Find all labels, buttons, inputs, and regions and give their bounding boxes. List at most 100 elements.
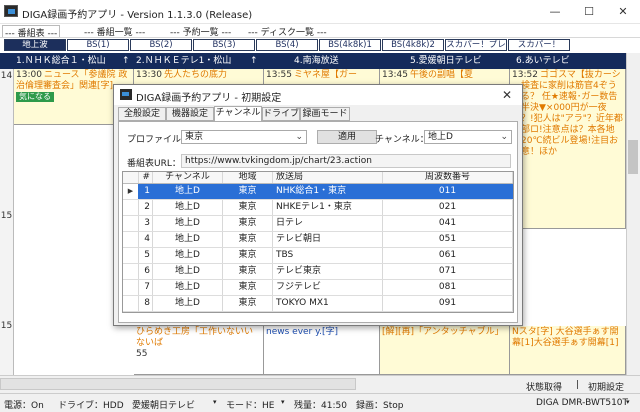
tab-device-settings[interactable]: 機器設定: [166, 107, 214, 121]
tab-general-settings[interactable]: 全般設定: [118, 107, 166, 121]
table-row[interactable]: ▶ 1 地上D 東京 NHK総合1・東京 011: [123, 184, 513, 200]
table-cell: 地上D: [153, 264, 223, 279]
channel-tab-bs1[interactable]: BS(1): [67, 39, 129, 51]
table-cell: 091: [383, 296, 513, 311]
channel-tab-bs4[interactable]: BS(4): [256, 39, 318, 51]
program-title: ひらめき工房「工作いないいないば: [136, 327, 254, 348]
table-row[interactable]: 5 地上D 東京 TBS 061: [123, 248, 513, 264]
channel-tab-bs4k8k1[interactable]: BS(4k8k)1: [319, 39, 381, 51]
hour-cell: 14: [0, 69, 14, 209]
apply-button[interactable]: 適用: [317, 130, 377, 144]
table-cell: [123, 232, 139, 247]
program-title: 午後の副唱【夏: [409, 70, 473, 80]
table-cell: 地上D: [153, 184, 223, 199]
window-title: DIGA録画予約アプリ - Version 1.1.3.0 (Release): [22, 10, 253, 21]
maximize-button[interactable]: ☐: [572, 0, 606, 24]
station-header-6[interactable]: 6.あいテレビ: [516, 53, 616, 69]
channel-select[interactable]: 地上D ⌄: [424, 130, 512, 144]
minimize-button[interactable]: —: [538, 0, 572, 24]
header-cell[interactable]: 放送局: [273, 172, 383, 183]
hour-cell: 15: [0, 319, 14, 375]
program-cell[interactable]: Nスタ[字] 大谷選手ぁす開幕[1]大谷選手ぁす開幕[1]: [510, 326, 626, 375]
status-fetch-link[interactable]: 状態取得: [526, 380, 562, 393]
table-row[interactable]: 7 地上D 東京 フジテレビ 081: [123, 280, 513, 296]
header-cell[interactable]: #: [139, 172, 153, 183]
station-header-1[interactable]: 1.ＮＨＫ総合１・松山: [16, 53, 132, 69]
channel-tab-bs2[interactable]: BS(2): [130, 39, 192, 51]
table-row[interactable]: 2 地上D 東京 NHKEテレ1・東京 021: [123, 200, 513, 216]
station-header-2[interactable]: 2.ＮＨＫＥテレ1・松山: [136, 53, 246, 69]
table-cell: 7: [139, 280, 153, 295]
table-cell: 地上D: [153, 296, 223, 311]
program-time: 13:55: [266, 70, 292, 80]
table-cell: 1: [139, 184, 153, 199]
program-title: 先人たちの底力: [163, 70, 227, 80]
recording-mode[interactable]: モード：HE: [226, 398, 274, 411]
station-header-4[interactable]: 4.南海放送: [294, 53, 394, 69]
drive-status: ドライブ：HDD: [58, 401, 124, 411]
program-time: 13:52: [512, 70, 538, 80]
program-title: ミヤネ屋【ガー: [293, 70, 357, 80]
tab-reservation-list[interactable]: --- 予約一覧 ---: [170, 25, 231, 38]
program-title: [解][再]「アンタッチャブル」: [382, 327, 504, 337]
main-tab-strip: --- 番組表 --- --- 番組一覧 --- --- 予約一覧 --- --…: [0, 24, 640, 39]
tab-program-list[interactable]: --- 番組一覧 ---: [84, 25, 145, 38]
tab-program-guide[interactable]: --- 番組表 ---: [2, 25, 61, 39]
close-button[interactable]: ✕: [606, 0, 640, 24]
station-arrow-icon[interactable]: ↑: [122, 53, 134, 69]
title-bar: DIGA録画予約アプリ - Version 1.1.3.0 (Release) …: [0, 0, 640, 24]
station-name: 1.ＮＨＫ総合１・松山: [16, 56, 106, 66]
table-cell: 東京: [223, 280, 273, 295]
table-cell: 地上D: [153, 232, 223, 247]
station-arrow-icon[interactable]: ↑: [250, 53, 262, 69]
chevron-down-icon[interactable]: ▾: [213, 398, 217, 406]
table-cell: [123, 216, 139, 231]
table-cell: 5: [139, 248, 153, 263]
vertical-scrollbar[interactable]: [626, 53, 640, 375]
dialog-close-button[interactable]: ✕: [496, 87, 518, 103]
table-cell: 021: [383, 200, 513, 215]
tab-drive[interactable]: ドライブ: [262, 107, 300, 121]
header-cell[interactable]: 周波数番号: [383, 172, 513, 183]
chevron-down-icon[interactable]: ▾: [626, 398, 630, 406]
tab-channel[interactable]: チャンネル: [214, 106, 262, 122]
program-cell[interactable]: news ever y.[字]: [264, 326, 380, 375]
program-title: news ever y.[字]: [266, 327, 339, 337]
channel-tab-skyperfect[interactable]: スカパー！: [508, 39, 570, 51]
program-time: 13:45: [382, 70, 408, 80]
table-cell: 地上D: [153, 200, 223, 215]
table-cell: 041: [383, 216, 513, 231]
tab-recording-mode[interactable]: 録画モード: [300, 107, 350, 121]
station-header-5[interactable]: 5.愛媛朝日テレビ: [410, 53, 510, 69]
header-cell[interactable]: チャンネル: [153, 172, 223, 183]
initial-settings-link[interactable]: 初期設定: [588, 380, 624, 393]
table-row[interactable]: 6 地上D 東京 テレビ東京 071: [123, 264, 513, 280]
table-row[interactable]: 3 地上D 東京 日テレ 041: [123, 216, 513, 232]
recording-status: 録画：Stop: [356, 401, 404, 411]
table-row[interactable]: 8 地上D 東京 TOKYO MX1 091: [123, 296, 513, 312]
profile-select[interactable]: 東京 ⌄: [181, 130, 307, 144]
table-cell: 011: [383, 184, 513, 199]
program-cell[interactable]: [解][再]「アンタッチャブル」: [380, 326, 510, 375]
channel-tab-bs3[interactable]: BS(3): [193, 39, 255, 51]
program-title: ゴゴスマ【抜カーシー検査に家削は筋官4ぞうなる？ 任★速報･ガー数告に半決▼×0…: [512, 70, 623, 157]
table-cell: 日テレ: [273, 216, 383, 231]
program-cell[interactable]: 13:52 ゴゴスマ【抜カーシー検査に家削は筋官4ぞうなる？ 任★速報･ガー数告に…: [510, 69, 626, 229]
program-cell[interactable]: ひらめき工房「工作いないいないば 55: [134, 326, 264, 375]
channel-tab-bs4k8k2[interactable]: BS(4k8k)2: [382, 39, 444, 51]
table-row[interactable]: 4 地上D 東京 テレビ朝日 051: [123, 232, 513, 248]
table-cell: テレビ東京: [273, 264, 383, 279]
device-name[interactable]: DIGA DMR-BWT510T: [536, 398, 628, 408]
vertical-scrollbar-thumb[interactable]: [628, 140, 638, 174]
channel-tab-skyperfect-premium[interactable]: スカパー！プレ: [445, 39, 507, 51]
table-cell: NHK総合1・東京: [273, 184, 383, 199]
interest-badge[interactable]: 気になる: [16, 92, 54, 102]
header-cell[interactable]: 地域: [223, 172, 273, 183]
horizontal-scrollbar[interactable]: [0, 378, 356, 390]
channel-tab-terrestrial[interactable]: 地上波: [4, 39, 66, 51]
chevron-down-icon[interactable]: ▾: [281, 398, 285, 406]
current-station[interactable]: 愛媛朝日テレビ: [132, 398, 195, 411]
tab-disk-list[interactable]: --- ディスク一覧 ---: [248, 25, 327, 38]
table-header: # チャンネル 地域 放送局 周波数番号: [123, 172, 513, 184]
program-guide-url-field[interactable]: https://www.tvkingdom.jp/chart/23.action: [181, 154, 511, 168]
